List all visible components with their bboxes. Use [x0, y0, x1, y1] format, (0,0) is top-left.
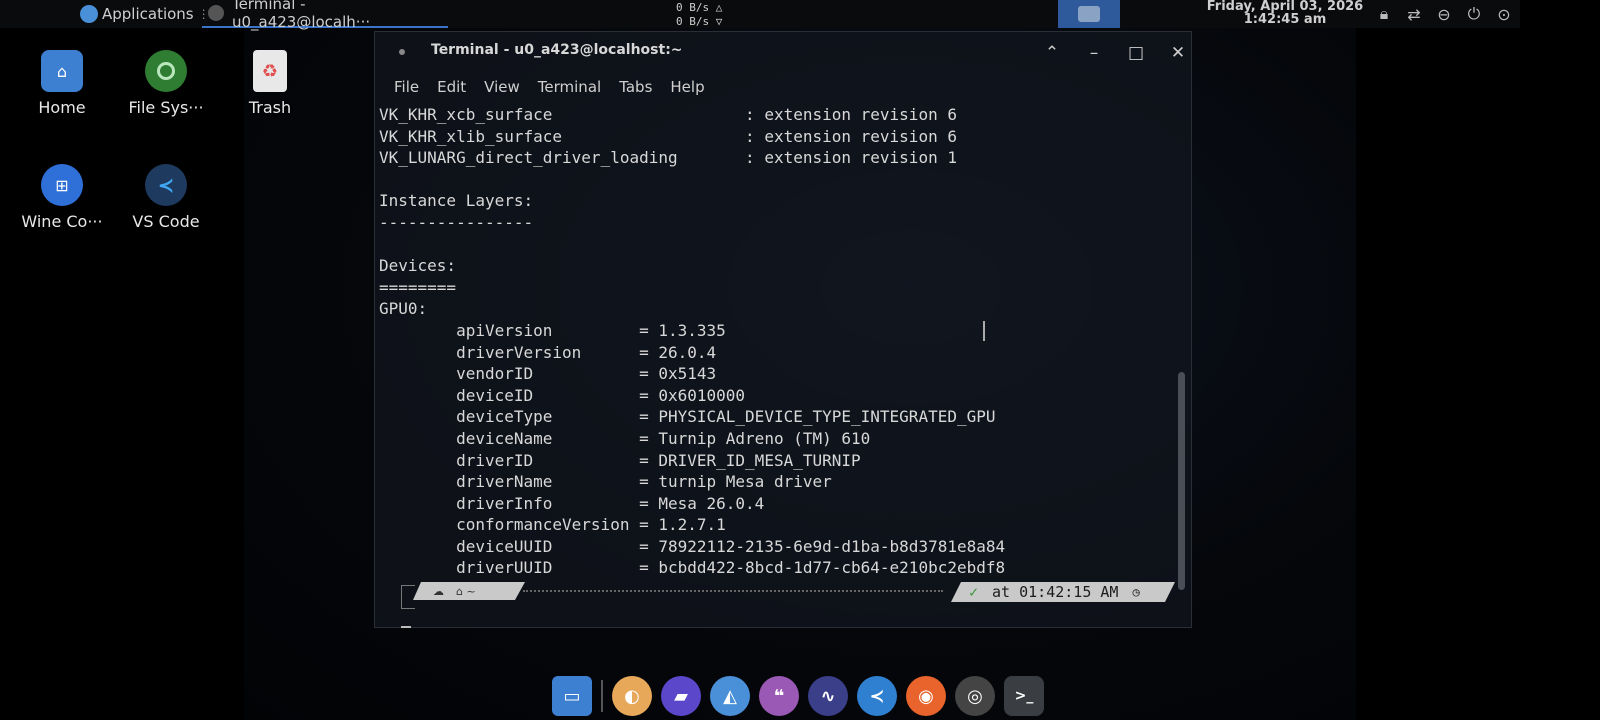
vscode-icon[interactable]: ≺	[857, 676, 897, 716]
terminal-line: driverID = DRIVER_ID_MESA_TURNIP	[379, 450, 861, 470]
terminal-line: apiVersion = 1.3.335	[379, 320, 726, 340]
chrome-icon[interactable]: ◎	[955, 676, 995, 716]
desktop-icon-filesystem[interactable]: File Sys···	[118, 50, 214, 117]
desktop-icon-vscode[interactable]: ≺ VS Code	[118, 164, 214, 231]
menu-file[interactable]: File	[385, 78, 428, 96]
network-icon[interactable]: ⇄	[1404, 4, 1424, 24]
dock-separator	[601, 680, 603, 712]
minimize-button[interactable]: –	[1081, 40, 1107, 66]
terminal-line: driverName = turnip Mesa driver	[379, 472, 832, 492]
terminal-line: deviceName = Turnip Adreno (TM) 610	[379, 428, 871, 448]
next-icon[interactable]: ⊙	[1494, 4, 1514, 24]
home-icon: ⌂ ~	[456, 584, 476, 598]
text-caret	[401, 626, 411, 628]
top-panel: Applications ⋮ Terminal - u0_a423@localh…	[0, 0, 1520, 31]
system-monitor-icon[interactable]: ∿	[808, 676, 848, 716]
desktop-icon-label: Trash	[248, 98, 292, 117]
applications-label: Applications	[102, 5, 194, 23]
terminal-icon[interactable]: >_	[1004, 676, 1044, 716]
terminal-line: VK_KHR_xcb_surface : extension revision …	[379, 105, 957, 124]
clock-time: 1:42:45 am	[1243, 12, 1327, 27]
terminal-line: driverInfo = Mesa 26.0.4	[379, 493, 765, 513]
desktop-icon-wine[interactable]: ⊞ Wine Co···	[14, 164, 110, 231]
clock[interactable]: Friday, April 03, 2026 1:42:45 am	[1200, 0, 1370, 26]
os-icon: ☁	[433, 584, 444, 598]
mouse-ibeam-cursor	[983, 321, 985, 341]
net-download: 0 B/s ▽	[676, 15, 723, 28]
shell-prompt: ☁ ⌂ ~ ✓ at 01:42:15 AM ◷	[395, 579, 1155, 609]
maximize-button[interactable]: □	[1123, 40, 1149, 66]
terminal-output[interactable]: VK_KHR_xcb_surface : extension revision …	[375, 104, 1171, 574]
terminal-window[interactable]: Terminal - u0_a423@localhost:~ ⌃ – □ ✕ F…	[374, 31, 1192, 628]
wine-config-icon: ⊞	[41, 164, 83, 206]
vscode-icon: ≺	[145, 164, 187, 206]
prompt-time: at 01:42:15 AM	[992, 583, 1119, 601]
menubar: File Edit View Terminal Tabs Help	[375, 72, 1191, 102]
image-viewer-icon[interactable]: ◭	[710, 676, 750, 716]
terminal-line: Instance Layers:	[379, 191, 534, 211]
menu-edit[interactable]: Edit	[428, 78, 475, 96]
applications-menu[interactable]: Applications ⋮	[80, 4, 210, 24]
workspace-switcher[interactable]	[1058, 0, 1120, 28]
terminal-line: Devices:	[379, 256, 457, 276]
net-upload: 0 B/s △	[676, 1, 723, 14]
menu-view[interactable]: View	[475, 78, 529, 96]
folder-icon[interactable]: ▰	[661, 676, 701, 716]
shade-button[interactable]: ⌃	[1039, 40, 1065, 66]
clock-icon: ◷	[1132, 585, 1140, 599]
desktop-icon-label: File Sys···	[128, 98, 204, 117]
terminal-line: VK_KHR_xlib_surface : extension revision…	[379, 126, 957, 146]
app-drawer-icon[interactable]: ◐	[612, 676, 652, 716]
terminal-line: VK_LUNARG_direct_driver_loading : extens…	[379, 148, 957, 168]
terminal-line: driverUUID = bcbdd422-8bcd-1d77-cb64-e21…	[379, 558, 1006, 574]
window-title: Terminal - u0_a423@localhost:~	[431, 42, 683, 58]
titlebar[interactable]: Terminal - u0_a423@localhost:~ ⌃ – □ ✕	[375, 32, 1191, 72]
terminal-line: GPU0:	[379, 299, 428, 319]
task-title: Terminal - u0_a423@localh···	[231, 0, 371, 31]
dock: ▭ ◐ ▰ ◭ ❝ ∿ ≺ ◉ ◎ >_	[548, 672, 1060, 720]
notes-icon[interactable]: ❝	[759, 676, 799, 716]
firefox-icon[interactable]: ◉	[906, 676, 946, 716]
menu-help[interactable]: Help	[661, 78, 713, 96]
terminal-line: deviceID = 0x6010000	[379, 385, 746, 405]
window-menu-icon[interactable]	[399, 49, 405, 55]
close-button[interactable]: ✕	[1165, 40, 1191, 66]
desktop-icon-trash[interactable]: ♻ Trash	[222, 50, 318, 117]
files-icon[interactable]: ▭	[552, 676, 592, 716]
terminal-line: driverVersion = 26.0.4	[379, 342, 717, 362]
prompt-bracket	[401, 585, 415, 609]
desktop-icon-label: Wine Co···	[21, 212, 103, 231]
applications-icon	[80, 5, 98, 23]
desktop-icon-home[interactable]: ⌂ Home	[14, 50, 110, 117]
terminal-task-icon	[208, 5, 224, 21]
prompt-filler	[523, 590, 943, 592]
do-not-disturb-icon[interactable]: ⊖	[1434, 4, 1454, 24]
trash-icon: ♻	[253, 50, 287, 92]
filesystem-icon	[145, 50, 187, 92]
desktop-icon-label: Home	[38, 98, 86, 117]
scrollbar[interactable]	[1178, 372, 1185, 590]
terminal-line: conformanceVersion = 1.2.7.1	[379, 515, 726, 535]
folder-home-icon: ⌂	[41, 50, 83, 92]
lock-icon[interactable]: 🔒︎	[1374, 4, 1394, 24]
prompt-path-segment: ☁ ⌂ ~	[413, 582, 525, 600]
taskbar-terminal-button[interactable]: Terminal - u0_a423@localh···	[202, 0, 448, 31]
terminal-line: ========	[379, 277, 457, 297]
workspace-icon	[1078, 6, 1100, 22]
menu-terminal[interactable]: Terminal	[529, 78, 610, 96]
terminal-line: ----------------	[379, 212, 534, 232]
prompt-status-segment: ✓ at 01:42:15 AM ◷	[951, 582, 1175, 602]
terminal-line: vendorID = 0x5143	[379, 364, 717, 384]
success-icon: ✓	[969, 583, 979, 601]
terminal-line: deviceUUID = 78922112-2135-6e9d-d1ba-b8d…	[379, 536, 1006, 556]
terminal-line: deviceType = PHYSICAL_DEVICE_TYPE_INTEGR…	[379, 407, 996, 427]
system-tray: 🔒︎ ⇄ ⊖ ⏻ ⊙	[1374, 4, 1514, 24]
desktop-icon-label: VS Code	[132, 212, 200, 231]
menu-tabs[interactable]: Tabs	[610, 78, 661, 96]
power-icon[interactable]: ⏻	[1464, 4, 1484, 24]
network-speed: 0 B/s △ 0 B/s ▽	[676, 1, 722, 29]
